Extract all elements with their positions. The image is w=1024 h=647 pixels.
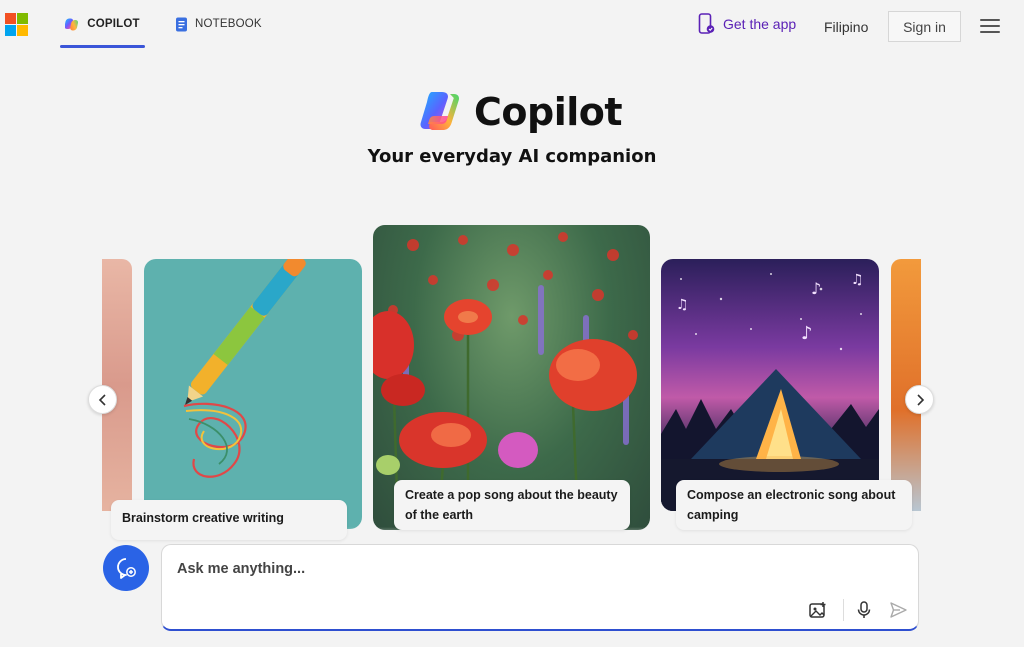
notebook-icon: [176, 17, 187, 31]
phone-icon: [698, 13, 715, 34]
tab-notebook-label: NOTEBOOK: [195, 18, 262, 30]
svg-text:♫: ♫: [676, 297, 689, 313]
tab-notebook[interactable]: NOTEBOOK: [175, 0, 262, 48]
page-title: Copilot: [474, 90, 623, 134]
top-bar: COPILOT NOTEBOOK Get the app Filipino Si…: [0, 0, 1024, 56]
carousel-next-button[interactable]: [905, 385, 934, 414]
svg-text:♫: ♫: [851, 272, 864, 288]
tab-copilot[interactable]: COPILOT: [60, 0, 145, 48]
chevron-left-icon: [98, 393, 106, 406]
carousel-card[interactable]: [144, 259, 362, 529]
chat-input[interactable]: [177, 558, 777, 580]
tent-night-illustration-icon: ♪ ♫ ♪ ♫: [661, 272, 879, 511]
get-the-app-label: Get the app: [723, 16, 797, 32]
sign-in-button[interactable]: Sign in: [888, 11, 961, 42]
composer-divider: [843, 599, 844, 621]
copilot-logo-icon: [420, 92, 459, 130]
send-icon[interactable]: [888, 600, 908, 620]
pen-illustration-icon: [183, 259, 306, 478]
microsoft-logo-icon[interactable]: [5, 13, 28, 36]
svg-text:♪: ♪: [811, 279, 821, 298]
copilot-icon: [65, 18, 79, 30]
chevron-right-icon: [916, 393, 924, 406]
carousel-card-caption[interactable]: Brainstorm creative writing: [111, 500, 347, 540]
microphone-icon[interactable]: [854, 600, 874, 620]
active-tab-indicator: [60, 45, 145, 48]
new-topic-button[interactable]: [103, 545, 149, 591]
carousel-prev-button[interactable]: [88, 385, 117, 414]
get-the-app-link[interactable]: Get the app: [698, 13, 796, 35]
carousel-card-caption[interactable]: Compose an electronic song about camping: [676, 480, 912, 530]
image-upload-icon[interactable]: [808, 600, 828, 620]
hamburger-menu-icon[interactable]: [980, 18, 1000, 34]
language-selector[interactable]: Filipino: [824, 19, 868, 35]
carousel-card[interactable]: ♪ ♫ ♪ ♫: [661, 259, 879, 511]
tab-copilot-label: COPILOT: [87, 18, 140, 30]
carousel-card-caption[interactable]: Create a pop song about the beauty of th…: [394, 480, 630, 530]
chat-composer: [161, 544, 919, 631]
page-subtitle: Your everyday AI companion: [367, 146, 657, 167]
new-chat-icon: [117, 558, 136, 579]
svg-text:♪: ♪: [801, 323, 813, 344]
